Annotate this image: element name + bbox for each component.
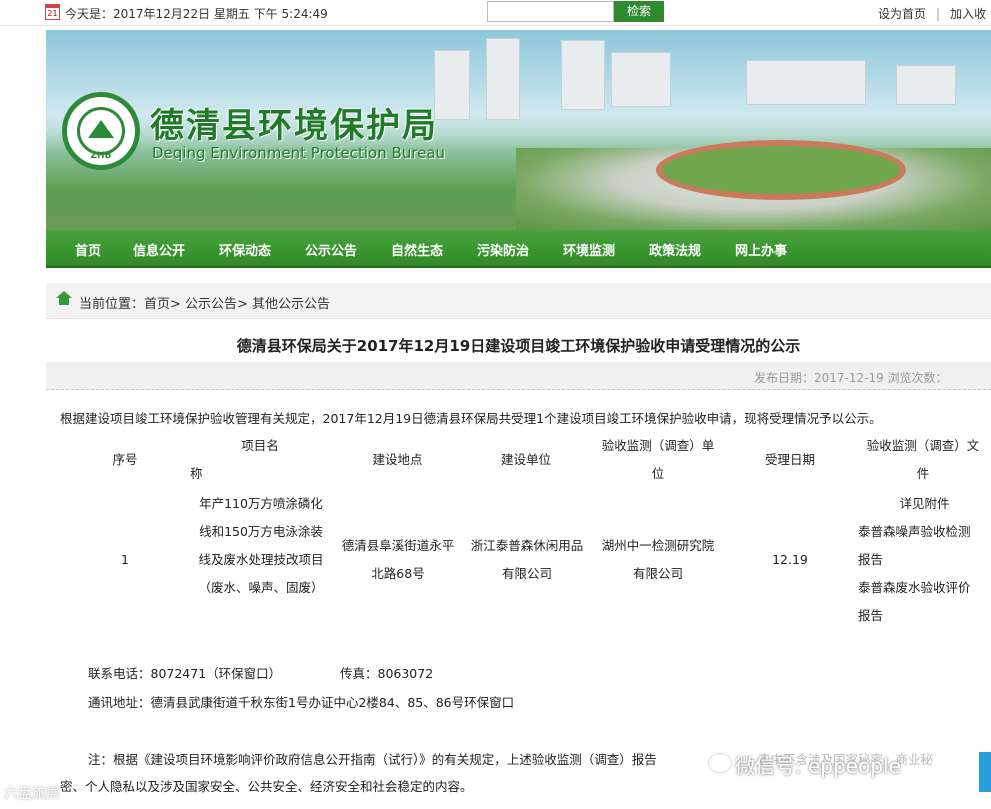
nav-policy[interactable]: 政策法规 (649, 240, 701, 259)
nav-home[interactable]: 首页 (75, 240, 101, 259)
site-title: 德清县环境保护局 (150, 106, 438, 146)
top-links: 设为首页 | 加入收 (878, 7, 987, 21)
search-button[interactable]: 检索 (614, 1, 664, 22)
header-name-2: 称 (190, 466, 203, 481)
docs-note: 详见附件 (899, 496, 950, 511)
row-unit: 浙江泰普森休闲用品 有限公司 (462, 532, 592, 588)
contact-fax: 传真：8063072 (340, 666, 434, 681)
wechat-watermark: 微信号: eppeople (735, 754, 901, 778)
row-docs: 详见附件 泰普森噪声验收检测 报告 泰普森废水验收评价 报告 (858, 490, 991, 630)
project-name-line: 年产110万方喷涂磷化 (199, 496, 323, 511)
header-docs-2: 件 (916, 466, 930, 481)
side-widget[interactable] (979, 752, 991, 792)
contact-address: 通讯地址：德清县武康街道千秋东街1号办证中心2楼84、85、86号环保窗口 (88, 695, 515, 710)
row-monitor-unit: 湖州中一检测研究院 有限公司 (592, 532, 724, 588)
site-subtitle: Deqing Environment Protection Bureau (152, 144, 446, 162)
top-bar: 21 今天是：2017年12月22日 星期五 下午 5:24:49 检索 设为首… (0, 0, 991, 26)
header-name-1: 项目名 (241, 438, 279, 453)
article-intro: 根据建设项目竣工环境保护验收管理有关规定，2017年12月19日德清县环保局共受… (60, 411, 882, 426)
noise-report-link-cont[interactable]: 报告 (858, 546, 991, 574)
today-date: 今天是：2017年12月22日 星期五 下午 5:24:49 (65, 7, 328, 21)
contact-phone: 联系电话：8072471（环保窗口） (88, 666, 282, 681)
note-line-2: 密、个人隐私以及涉及国家安全、公共安全、经济安全和社会稳定的内容。 (60, 779, 473, 794)
calendar-day: 21 (47, 9, 58, 18)
unit-line: 浙江泰普森休闲用品 (470, 538, 584, 553)
article-meta: 发布日期：2017-12-19 浏览次数： (754, 371, 948, 385)
project-name-line: （废水、噪声、固废） (198, 580, 324, 595)
breadcrumb: 当前位置：首页> 公示公告> 其他公示公告 (46, 283, 991, 319)
header-location: 建设地点 (372, 452, 423, 467)
set-home-link[interactable]: 设为首页 (878, 7, 926, 21)
nav-announcements[interactable]: 公示公告 (305, 240, 357, 259)
row-seq: 1 (121, 552, 129, 567)
breadcrumb-text[interactable]: 当前位置：首页> 公示公告> 其他公示公告 (79, 293, 330, 312)
header-monitor-1: 验收监测（调查）单 (601, 438, 715, 453)
site-banner: ZHB 德清县环境保护局 Deqing Environment Protecti… (46, 30, 991, 230)
nav-ecology[interactable]: 自然生态 (391, 240, 443, 259)
noise-report-link[interactable]: 泰普森噪声验收检测 (858, 518, 991, 546)
header-unit: 建设单位 (500, 452, 551, 467)
mountain-icon (88, 120, 114, 138)
wastewater-report-link-cont[interactable]: 报告 (858, 602, 991, 630)
calendar-icon: 21 (45, 4, 60, 20)
location-line: 北路68号 (371, 566, 425, 581)
project-name-line: 线和150万方电泳涂装 (199, 524, 323, 539)
main-nav: 首页 信息公开 环保动态 公示公告 自然生态 污染防治 环境监测 政策法规 网上… (46, 230, 991, 268)
header-seq: 序号 (112, 452, 138, 467)
wastewater-report-link[interactable]: 泰普森废水验收评价 (858, 574, 991, 602)
article-title: 德清县环保局关于2017年12月19日建设项目竣工环境保护验收申请受理情况的公示 (236, 337, 801, 355)
project-name-line: 线及废水处理技改项目 (198, 552, 324, 567)
left-watermark: 六盘旅展 (4, 786, 60, 802)
nav-online-service[interactable]: 网上办事 (735, 240, 787, 259)
wechat-icon (709, 754, 731, 772)
header-date: 受理日期 (764, 452, 815, 467)
add-favorite-link[interactable]: 加入收 (950, 7, 986, 21)
header-monitor-2: 位 (651, 466, 665, 481)
bureau-logo[interactable]: ZHB (62, 92, 140, 170)
unit-line: 有限公司 (501, 566, 552, 581)
nav-news[interactable]: 环保动态 (219, 240, 271, 259)
nav-pollution[interactable]: 污染防治 (477, 240, 529, 259)
row-date: 12.19 (772, 552, 808, 567)
header-docs-1: 验收监测（调查）文 (866, 438, 980, 453)
monitor-line: 湖州中一检测研究院 (601, 538, 715, 553)
location-line: 德清县阜溪街道永平 (341, 538, 455, 553)
note-line-1: 注：根据《建设项目环境影响评价政府信息公开指南（试行）》的有关规定，上述验收监测… (88, 752, 657, 767)
logo-text: ZHB (90, 151, 112, 161)
article-meta-bar: 发布日期：2017-12-19 浏览次数： (46, 362, 991, 390)
row-location: 德清县阜溪街道永平 北路68号 (334, 532, 462, 588)
search-input[interactable] (487, 1, 614, 22)
home-icon[interactable] (56, 291, 72, 305)
monitor-line: 有限公司 (632, 566, 683, 581)
nav-info-disclosure[interactable]: 信息公开 (133, 240, 185, 259)
nav-monitoring[interactable]: 环境监测 (563, 240, 615, 259)
row-project-name: 年产110万方喷涂磷化 线和150万方电泳涂装 线及废水处理技改项目 （废水、噪… (190, 490, 332, 602)
